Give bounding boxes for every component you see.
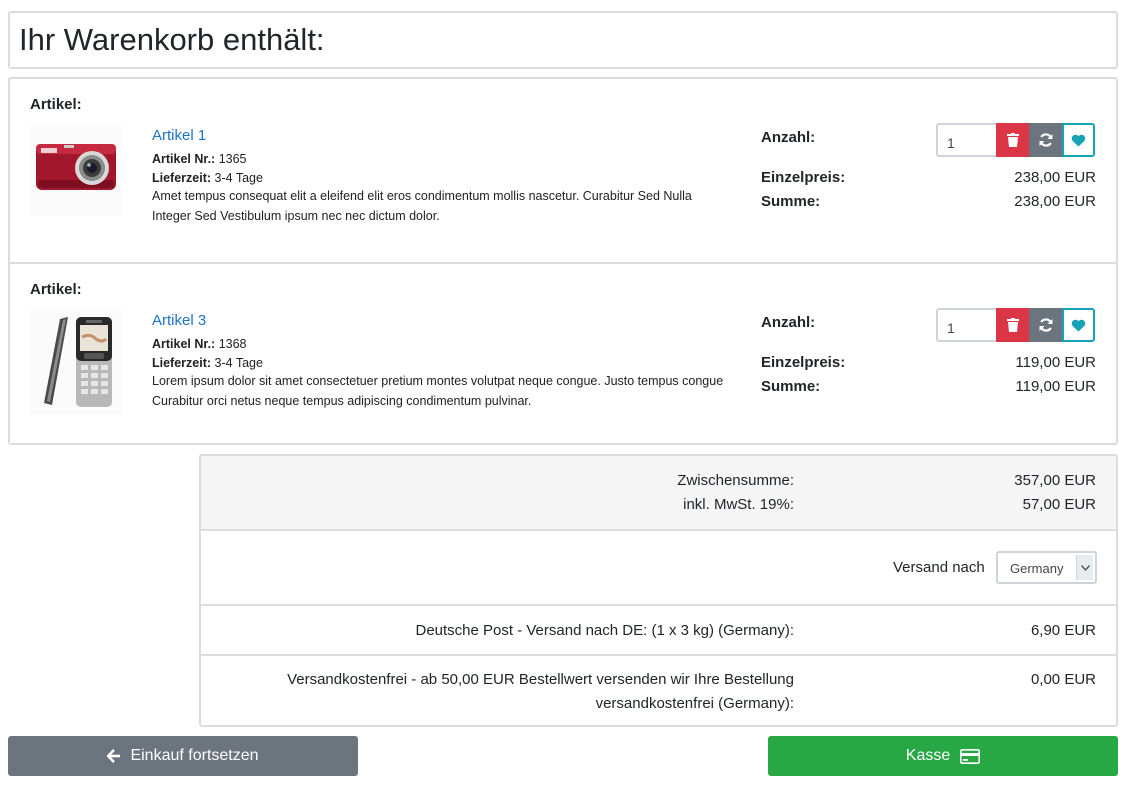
quantity-label: Anzahl: <box>761 129 816 146</box>
free-shipping-row: Versandkostenfrei - ab 50,00 EUR Bestell… <box>201 654 1116 725</box>
item-heading: Artikel: <box>30 96 82 113</box>
checkout-button[interactable]: Kasse <box>768 736 1118 776</box>
item-number-label: Artikel Nr.: <box>152 337 216 351</box>
shipping-country-select[interactable]: Germany <box>996 551 1097 584</box>
item-number: Artikel Nr.: 1365 <box>152 152 247 166</box>
delete-button[interactable] <box>996 123 1029 157</box>
sum-label: Summe: <box>761 378 821 395</box>
unit-price-value: 119,00 EUR <box>1015 354 1096 371</box>
shipping-method-value: 6,90 EUR <box>1030 622 1096 639</box>
item-delivery-label: Lieferzeit: <box>152 171 212 185</box>
item-name-link[interactable]: Artikel 3 <box>152 312 206 329</box>
trash-icon <box>1006 133 1019 147</box>
shipping-country-value: Germany <box>1010 561 1064 576</box>
checkout-label: Kasse <box>905 747 951 764</box>
item-number: Artikel Nr.: 1368 <box>152 337 247 351</box>
arrow-left-icon <box>107 749 121 763</box>
heart-icon <box>1071 134 1086 147</box>
continue-shopping-button[interactable]: Einkauf fortsetzen <box>8 736 358 776</box>
unit-price-label: Einzelpreis: <box>761 354 846 371</box>
shipping-country-label: Versand nach <box>893 559 985 576</box>
item-delivery: Lieferzeit: 3-4 Tage <box>152 356 263 370</box>
product-image-camera[interactable] <box>30 124 122 216</box>
cart-item: Artikel: Artikel 3 Artikel Nr.: 1368 Lie… <box>10 262 1116 445</box>
item-name-link[interactable]: Artikel 1 <box>152 127 206 144</box>
product-image-phone[interactable] <box>30 309 122 415</box>
chevron-down-icon <box>1076 555 1093 580</box>
refresh-icon <box>1039 318 1052 332</box>
shipping-country-row: Versand nach Germany <box>201 529 1116 604</box>
item-delivery: Lieferzeit: 3-4 Tage <box>152 171 263 185</box>
sum-label: Summe: <box>761 193 821 210</box>
cart-item: Artikel: Artikel 1 Artikel Nr.: 1365 Lie… <box>10 79 1116 262</box>
item-number-value: 1365 <box>218 152 247 166</box>
subtotal-value: 357,00 EUR <box>1014 472 1096 489</box>
quantity-input[interactable] <box>936 308 996 342</box>
trash-icon <box>1006 318 1019 332</box>
shipping-method-label: Deutsche Post - Versand nach DE: (1 x 3 … <box>415 622 795 639</box>
item-number-value: 1368 <box>218 337 247 351</box>
unit-price-value: 238,00 EUR <box>1014 169 1096 186</box>
vat-label: inkl. MwSt. 19%: <box>683 496 794 513</box>
quantity-label: Anzahl: <box>761 314 816 331</box>
subtotal-label: Zwischensumme: <box>677 472 794 489</box>
unit-price-label: Einzelpreis: <box>761 169 846 186</box>
cart-header: Ihr Warenkorb enthält: <box>8 11 1118 69</box>
page-title: Ihr Warenkorb enthält: <box>19 22 325 57</box>
subtotal-row: Zwischensumme: 357,00 EUR inkl. MwSt. 19… <box>201 456 1116 529</box>
quantity-controls <box>936 308 1095 342</box>
free-shipping-label-line2: versandkostenfrei (Germany): <box>595 695 794 712</box>
item-description: Amet tempus consequat elit a eleifend el… <box>152 189 692 223</box>
cart-items: Artikel: Artikel 1 Artikel Nr.: 1365 Lie… <box>8 77 1118 445</box>
credit-card-icon <box>960 748 981 764</box>
item-delivery-label: Lieferzeit: <box>152 356 212 370</box>
quantity-controls <box>936 123 1095 157</box>
item-description: Lorem ipsum dolor sit amet consectetuer … <box>152 374 724 408</box>
sum-value: 119,00 EUR <box>1015 378 1096 395</box>
sum-value: 238,00 EUR <box>1014 193 1096 210</box>
item-heading: Artikel: <box>30 281 82 298</box>
quantity-input[interactable] <box>936 123 996 157</box>
heart-icon <box>1071 319 1086 332</box>
free-shipping-label-line1: Versandkostenfrei - ab 50,00 EUR Bestell… <box>287 671 794 688</box>
refresh-icon <box>1039 133 1052 147</box>
wishlist-button[interactable] <box>1062 123 1095 157</box>
item-number-label: Artikel Nr.: <box>152 152 216 166</box>
vat-value: 57,00 EUR <box>1022 496 1096 513</box>
item-delivery-value: 3-4 Tage <box>214 171 263 185</box>
refresh-button[interactable] <box>1029 123 1062 157</box>
refresh-button[interactable] <box>1029 308 1062 342</box>
shipping-method-row: Deutsche Post - Versand nach DE: (1 x 3 … <box>201 604 1116 654</box>
continue-shopping-label: Einkauf fortsetzen <box>130 747 259 764</box>
delete-button[interactable] <box>996 308 1029 342</box>
order-totals: Zwischensumme: 357,00 EUR inkl. MwSt. 19… <box>199 454 1118 727</box>
free-shipping-value: 0,00 EUR <box>1030 671 1096 688</box>
wishlist-button[interactable] <box>1062 308 1095 342</box>
item-delivery-value: 3-4 Tage <box>214 356 263 370</box>
